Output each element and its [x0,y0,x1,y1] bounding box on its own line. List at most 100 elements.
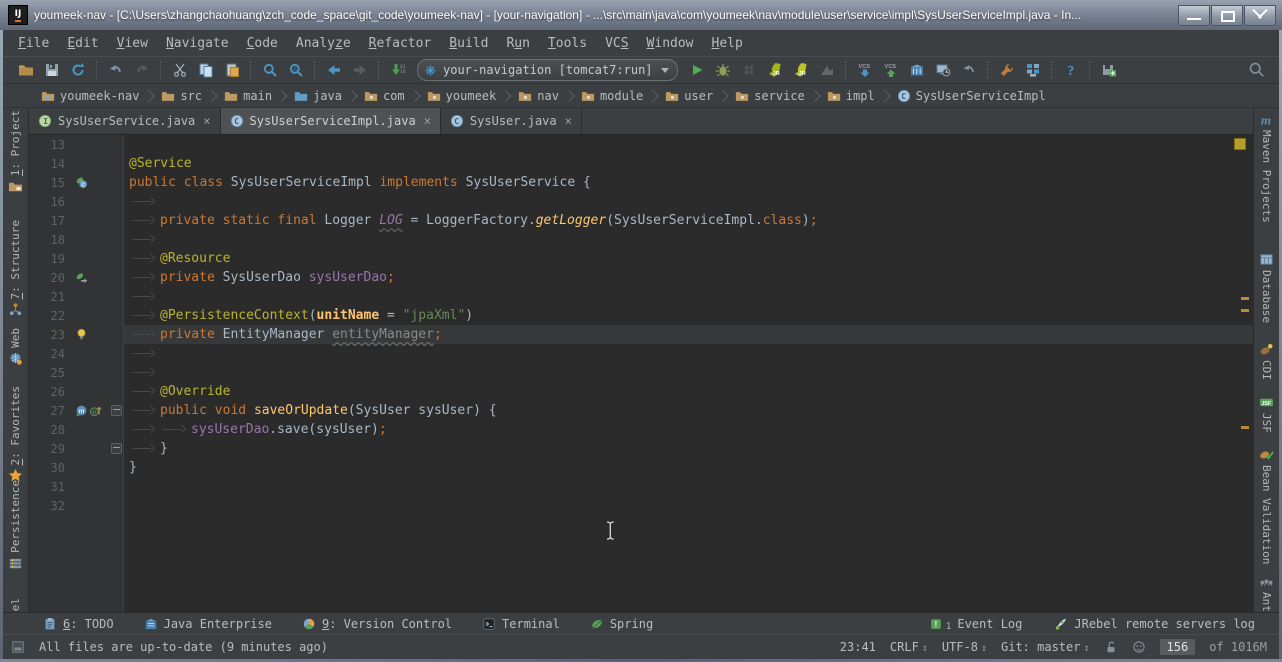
error-stripe-mark[interactable] [1241,297,1249,300]
code-line-14[interactable]: @Service [124,154,1253,173]
memory-indicator[interactable]: 156 [1160,639,1196,655]
tool-button-jsf[interactable]: JSFJSF [1254,395,1279,433]
close-button[interactable] [1244,5,1276,26]
rollback-button[interactable] [956,58,982,82]
open-button[interactable] [13,58,39,82]
run-button[interactable] [684,58,710,82]
cut-button[interactable] [167,58,193,82]
breadcrumb-item-sysuserserviceimpl[interactable]: CSysUserServiceImpl [897,89,1046,103]
project-structure-button[interactable] [1020,58,1046,82]
tab-close-icon[interactable]: × [424,114,431,128]
inspection-status-icon[interactable] [1234,138,1246,150]
undo-button[interactable] [103,58,129,82]
breadcrumb-item-youmeek-nav[interactable]: youmeek-nav [41,89,139,103]
tool-button-structure[interactable]: 7: Structure [3,220,28,317]
tool-button-versioncontrol[interactable]: 9: Version Control [302,617,452,631]
menu-window[interactable]: Window [638,33,703,54]
editor-tab-SysUserService.java[interactable]: ISysUserService.java× [29,108,221,134]
editor-tab-SysUser.java[interactable]: CSysUser.java× [441,108,582,134]
lightbulb-icon[interactable] [75,328,88,341]
error-stripe-mark[interactable] [1241,426,1249,429]
code-line-21[interactable] [124,287,1253,306]
code-line-25[interactable] [124,363,1253,382]
code-line-28[interactable]: sysUserDao.save(sysUser); [124,420,1253,439]
breadcrumb-item-main[interactable]: main [224,89,272,103]
menu-navigate[interactable]: Navigate [157,33,238,54]
tool-button-terminal[interactable]: Terminal [482,617,560,631]
overrides-method-icon[interactable]: o [89,404,102,417]
tool-button-beanvalidation[interactable]: Bean Validation [1254,447,1279,564]
toolwindow-toggle-icon[interactable] [11,640,25,654]
run-with-jrebel-button[interactable]: JR [762,58,788,82]
breadcrumb-item-service[interactable]: service [735,89,805,103]
tab-close-icon[interactable]: × [565,114,572,128]
tool-button-database[interactable]: Database [1254,252,1279,323]
spring-bean-icon[interactable]: c [75,176,88,189]
menu-build[interactable]: Build [440,33,497,54]
line-separator-widget[interactable]: CRLF [890,640,928,654]
commit-changes-button[interactable]: VCS [878,58,904,82]
code-editor[interactable]: 1314@Service15cpublic class SysUserServi… [29,135,1253,612]
paste-button[interactable] [219,58,245,82]
replace-button[interactable]: A [283,58,309,82]
code-line-19[interactable]: @Resource [124,249,1253,268]
maximize-button[interactable] [1211,5,1243,26]
update-project-button[interactable]: VCS [852,58,878,82]
search-everywhere-button[interactable] [1248,61,1265,78]
code-line-22[interactable]: @PersistenceContext(unitName = "jpaXml") [124,306,1253,325]
copy-button[interactable] [193,58,219,82]
help-button[interactable]: ? [1058,58,1084,82]
menu-vcs[interactable]: VCS [596,33,637,54]
editor-tab-SysUserServiceImpl.java[interactable]: CSysUserServiceImpl.java× [221,108,441,134]
menu-edit[interactable]: Edit [58,33,107,54]
hector-inspector-icon[interactable] [1132,640,1146,654]
fold-marker[interactable] [111,405,122,416]
code-line-15[interactable]: public class SysUserServiceImpl implemen… [124,173,1253,192]
menu-refactor[interactable]: Refactor [360,33,441,54]
menu-view[interactable]: View [108,33,157,54]
save-all-button[interactable] [39,58,65,82]
breadcrumb-item-nav[interactable]: nav [518,89,559,103]
code-line-17[interactable]: private static final Logger LOG = Logger… [124,211,1253,230]
tool-button-spring[interactable]: Spring [590,617,653,631]
vcs-branch-widget[interactable]: Git: master [1001,640,1090,654]
tool-button-javaenterprise[interactable]: Java Enterprise [144,617,272,631]
menu-analyze[interactable]: Analyze [287,33,360,54]
update-running-application-button[interactable]: 0110 [385,58,411,82]
code-line-20[interactable]: private SysUserDao sysUserDao; [124,268,1253,287]
fold-marker[interactable] [111,443,122,454]
tool-button-cdi[interactable]: CDI [1254,342,1279,380]
breadcrumb-item-com[interactable]: com [364,89,405,103]
menu-file[interactable]: File [9,33,58,54]
browse-repository-button[interactable] [904,58,930,82]
breadcrumb-item-youmeek[interactable]: youmeek [427,89,497,103]
code-line-27[interactable]: public void saveOrUpdate(SysUser sysUser… [124,401,1253,420]
breadcrumb-item-module[interactable]: module [581,89,643,103]
spring-autowire-icon[interactable] [75,271,88,284]
tool-button-jrebelremoteserverslog[interactable]: JRebel remote servers log [1054,617,1255,631]
find-button[interactable] [257,58,283,82]
menu-run[interactable]: Run [497,33,538,54]
error-stripe-mark[interactable] [1241,309,1249,312]
debug-with-jrebel-button[interactable]: JR [788,58,814,82]
tool-button-ant[interactable]: Ant [1254,574,1279,612]
menu-code[interactable]: Code [238,33,287,54]
tool-button-project[interactable]: 1: Project [3,110,28,194]
menu-tools[interactable]: Tools [539,33,596,54]
jrebel-save-button[interactable] [1096,58,1122,82]
breadcrumb-item-impl[interactable]: impl [827,89,875,103]
code-line-30[interactable]: } [124,458,1253,477]
tool-button-web[interactable]: Web [3,328,28,366]
tool-button-favorites[interactable]: 2: Favorites [3,386,28,483]
breadcrumb-item-src[interactable]: src [161,89,202,103]
code-line-26[interactable]: @Override [124,382,1253,401]
encoding-widget[interactable]: UTF-8 [942,640,987,654]
run-configuration-select[interactable]: your-navigation [tomcat7:run] [417,59,678,81]
back-button[interactable] [321,58,347,82]
breadcrumb-item-user[interactable]: user [665,89,713,103]
code-line-18[interactable] [124,230,1253,249]
menu-help[interactable]: Help [703,33,752,54]
code-line-23[interactable]: private EntityManager entityManager; [124,325,1253,344]
minimize-button[interactable] [1178,5,1210,26]
settings-button[interactable] [994,58,1020,82]
